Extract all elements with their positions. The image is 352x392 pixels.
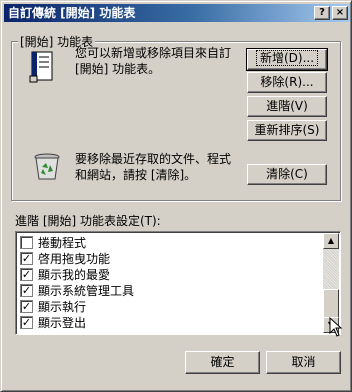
list-item[interactable]: 捲動程式 <box>20 234 86 250</box>
list-item[interactable]: ✓ 顯示登出 <box>20 314 86 330</box>
scroll-up-button[interactable]: ▲ <box>323 233 339 249</box>
list-item[interactable]: ✓ 顯示執行 <box>20 298 86 314</box>
clear-description-line2: 和網站，請按 [清除]。 <box>75 168 197 182</box>
advanced-button-label: 進階(V) <box>266 99 308 113</box>
add-button-label: 新增(D)... <box>255 50 319 66</box>
list-item-label: 顯示系統管理工具 <box>38 283 135 298</box>
remove-button-label: 移除(R)... <box>260 75 314 89</box>
remove-button[interactable]: 移除(R)... <box>247 72 327 93</box>
start-menu-description-line1: 您可以新增或移除項目來自訂 <box>75 46 232 60</box>
checkbox[interactable]: ✓ <box>20 299 33 313</box>
checkbox[interactable]: ✓ <box>20 251 33 265</box>
checkbox[interactable]: ✓ <box>20 267 33 281</box>
clear-button-label: 清除(C) <box>266 167 308 181</box>
close-button[interactable]: × <box>332 6 348 20</box>
resort-button[interactable]: 重新排序(S) <box>247 120 327 141</box>
title-bar[interactable]: 自訂傳統 [開始] 功能表 ? × <box>4 4 350 22</box>
list-item[interactable]: ✓ 啓用拖曳功能 <box>20 250 110 266</box>
list-item-label: 顯示登出 <box>38 315 87 330</box>
list-item-label: 顯示我的最愛 <box>38 267 111 282</box>
mouse-cursor-icon <box>329 316 343 337</box>
list-item[interactable]: ✓ 顯示我的最愛 <box>20 266 110 282</box>
recycle-bin-icon <box>31 151 63 181</box>
checkbox[interactable] <box>20 235 33 249</box>
checkbox[interactable]: ✓ <box>20 283 33 297</box>
ok-button-label: 確定 <box>210 355 235 369</box>
resort-button-label: 重新排序(S) <box>254 123 320 137</box>
clear-description-line1: 要移除最近存取的文件、程式 <box>75 152 232 166</box>
start-menu-icon <box>28 51 54 85</box>
cancel-button[interactable]: 取消 <box>266 351 341 374</box>
list-item-label: 捲動程式 <box>38 235 87 250</box>
dialog-window: 自訂傳統 [開始] 功能表 ? × [開始] 功能表 您可以新增或移除項目來自訂… <box>0 0 352 392</box>
window-title: 自訂傳統 [開始] 功能表 <box>8 6 136 20</box>
help-button[interactable]: ? <box>314 6 330 20</box>
clear-button[interactable]: 清除(C) <box>247 164 327 185</box>
advanced-settings-label: 進階 [開始] 功能表設定(T): <box>15 214 161 228</box>
advanced-settings-list[interactable]: 捲動程式 ✓ 啓用拖曳功能 ✓ 顯示我的最愛 ✓ 顯示系統管理工具 ✓ 顯示執行… <box>15 231 341 335</box>
add-button[interactable]: 新增(D)... <box>246 48 328 71</box>
list-item[interactable]: ✓ 顯示系統管理工具 <box>20 282 134 298</box>
ok-button[interactable]: 確定 <box>185 351 260 374</box>
scroll-thumb[interactable] <box>323 289 339 319</box>
start-menu-description-line2: [開始] 功能表。 <box>75 62 161 76</box>
list-item-label: 啓用拖曳功能 <box>38 251 111 266</box>
checkbox[interactable]: ✓ <box>20 315 33 329</box>
cancel-button-label: 取消 <box>291 355 316 369</box>
list-item-label: 顯示執行 <box>38 299 87 314</box>
advanced-button[interactable]: 進階(V) <box>247 96 327 117</box>
